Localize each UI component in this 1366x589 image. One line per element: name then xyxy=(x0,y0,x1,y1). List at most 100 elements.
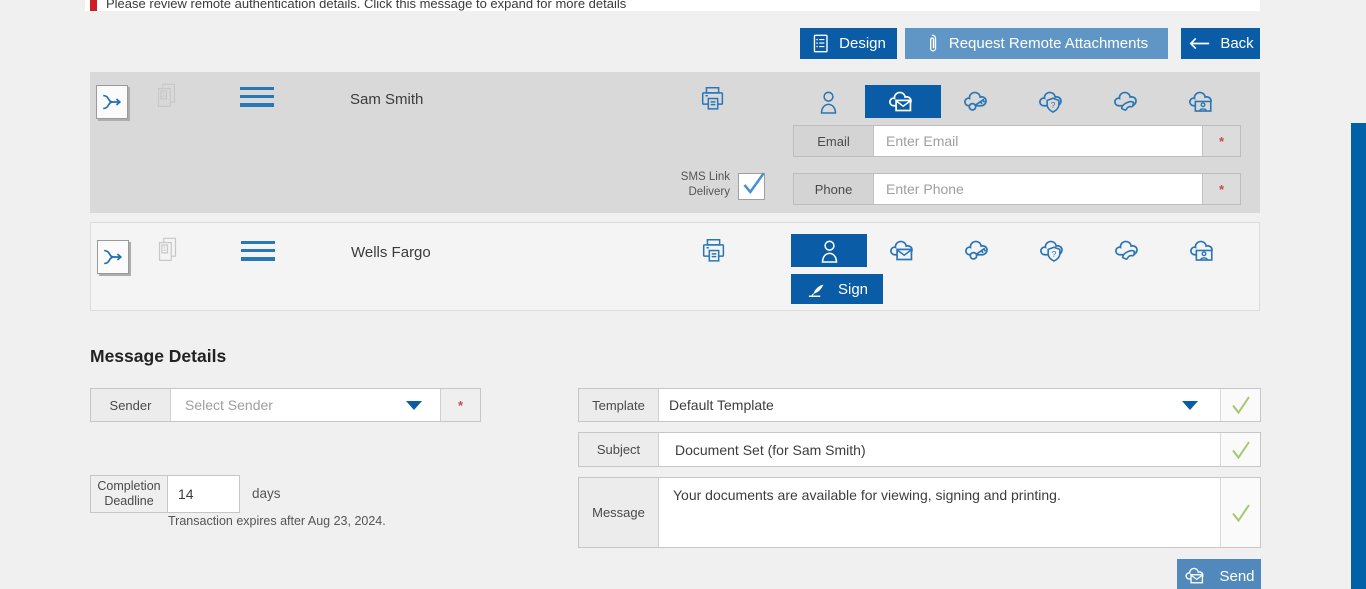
back-button-label: Back xyxy=(1220,35,1254,52)
merge-recipient-button[interactable] xyxy=(97,240,129,274)
document-pages-icon[interactable]: 1 xyxy=(155,236,180,271)
cloud-key-icon xyxy=(964,91,987,111)
auth-phone-tile[interactable] xyxy=(1091,234,1167,267)
sms-link-delivery-label: SMS Link Delivery xyxy=(680,171,730,198)
subject-input[interactable] xyxy=(673,440,1206,459)
cloud-email-icon xyxy=(890,240,913,260)
auth-email-delivery-tile[interactable] xyxy=(865,85,941,118)
message-details-heading: Message Details xyxy=(90,346,227,366)
sms-link-delivery-checkbox[interactable] xyxy=(738,172,765,200)
design-button[interactable]: Design xyxy=(800,28,897,59)
template-label: Template xyxy=(579,389,659,421)
paperclip-icon xyxy=(929,34,937,52)
sender-field-row: Sender Select Sender * xyxy=(90,388,481,422)
cloud-phone-icon xyxy=(1114,91,1137,111)
sender-label: Sender xyxy=(91,389,171,421)
design-button-label: Design xyxy=(839,35,886,52)
svg-text:?: ? xyxy=(1051,99,1056,109)
completion-deadline-field: Completion Deadline xyxy=(90,475,240,513)
cloud-send-email-icon xyxy=(1185,567,1204,584)
document-count: 1 xyxy=(162,92,166,99)
right-scrollbar[interactable] xyxy=(1351,123,1366,589)
request-remote-attachments-label: Request Remote Attachments xyxy=(948,35,1149,52)
drag-handle-icon[interactable] xyxy=(240,87,274,112)
green-check-icon xyxy=(1231,440,1250,459)
message-label: Message xyxy=(579,478,659,547)
arrow-left-icon xyxy=(1189,37,1210,50)
auth-email-delivery-tile[interactable] xyxy=(866,234,942,267)
recipient-row-wells-fargo: 1 Wells Fargo ? Sign xyxy=(90,222,1260,311)
email-input[interactable] xyxy=(874,126,1202,156)
subject-field-row: Subject xyxy=(578,432,1261,467)
alert-accent-bar xyxy=(90,0,97,11)
person-icon xyxy=(820,91,836,114)
page: Please review remote authentication deta… xyxy=(0,0,1366,589)
message-valid-cell xyxy=(1220,478,1260,547)
green-check-icon xyxy=(1231,396,1250,415)
merge-recipient-button[interactable] xyxy=(96,85,128,119)
completion-deadline-label: Completion Deadline xyxy=(97,479,161,508)
email-label: Email xyxy=(794,126,874,156)
template-value: Default Template xyxy=(669,397,774,413)
drag-handle-icon[interactable] xyxy=(241,241,275,266)
recipient-row-sam-smith: 1 Sam Smith ? Email Enter Email * SMS Li… xyxy=(90,72,1260,213)
sign-button[interactable]: Sign xyxy=(791,274,883,304)
message-field-row: Message Your documents are available for… xyxy=(578,477,1261,548)
quill-sign-icon xyxy=(808,284,824,297)
auth-in-person-tile[interactable] xyxy=(791,234,867,267)
alert-banner[interactable]: Please review remote authentication deta… xyxy=(85,0,1260,11)
alert-text: Please review remote authentication deta… xyxy=(106,0,627,11)
back-button[interactable]: Back xyxy=(1181,28,1260,59)
required-marker: * xyxy=(1218,133,1225,149)
sender-placeholder: Select Sender xyxy=(185,397,273,413)
message-textarea[interactable]: Your documents are available for viewing… xyxy=(659,478,1220,547)
subject-valid-cell xyxy=(1220,433,1260,466)
send-button[interactable]: Send xyxy=(1177,559,1261,589)
required-marker: * xyxy=(457,397,464,413)
design-document-icon xyxy=(813,34,828,53)
email-required-cell: * xyxy=(1202,126,1240,156)
document-count: 1 xyxy=(163,246,167,253)
phone-input[interactable] xyxy=(874,174,1202,204)
merge-arrow-icon xyxy=(104,249,123,265)
cloud-email-icon xyxy=(889,91,912,111)
cloud-shield-question-icon: ? xyxy=(1040,240,1063,262)
phone-required-cell: * xyxy=(1202,174,1240,204)
sender-required-cell: * xyxy=(440,389,480,421)
request-remote-attachments-button[interactable]: Request Remote Attachments xyxy=(905,28,1168,59)
deadline-unit-label: days xyxy=(252,486,281,501)
completion-deadline-input[interactable] xyxy=(167,476,239,512)
checkmark-icon xyxy=(743,172,765,195)
cloud-phone-icon xyxy=(1115,240,1138,260)
recipient-name: Wells Fargo xyxy=(351,244,431,261)
auth-in-person-tile[interactable] xyxy=(790,85,866,118)
sign-button-label: Sign xyxy=(837,280,869,298)
svg-text:?: ? xyxy=(1052,248,1057,258)
print-icon[interactable] xyxy=(698,84,728,119)
cloud-id-card-icon xyxy=(1189,91,1212,112)
sender-dropdown[interactable]: Select Sender xyxy=(171,389,440,421)
auth-access-code-tile[interactable] xyxy=(941,234,1017,267)
template-dropdown[interactable]: Default Template xyxy=(659,389,1220,421)
auth-id-verification-tile[interactable] xyxy=(1165,85,1241,118)
auth-security-question-tile[interactable]: ? xyxy=(1016,234,1092,267)
email-field-row: Email * xyxy=(793,125,1241,157)
chevron-down-icon xyxy=(406,401,422,410)
cloud-shield-question-icon: ? xyxy=(1039,91,1062,113)
print-icon[interactable] xyxy=(699,236,729,271)
recipient-name: Sam Smith xyxy=(350,91,424,108)
cloud-key-icon xyxy=(965,240,988,260)
auth-access-code-tile[interactable] xyxy=(940,85,1016,118)
expiry-note: Transaction expires after Aug 23, 2024. xyxy=(168,514,386,528)
template-field-row: Template Default Template xyxy=(578,388,1261,422)
chevron-down-icon xyxy=(1182,401,1198,410)
phone-label: Phone xyxy=(794,174,874,204)
auth-phone-tile[interactable] xyxy=(1090,85,1166,118)
auth-id-verification-tile[interactable] xyxy=(1166,234,1242,267)
auth-security-question-tile[interactable]: ? xyxy=(1015,85,1091,118)
phone-field-row: Phone * xyxy=(793,173,1241,205)
send-button-label: Send xyxy=(1219,567,1255,585)
document-pages-icon[interactable]: 1 xyxy=(154,82,179,117)
merge-arrow-icon xyxy=(103,94,122,110)
required-marker: * xyxy=(1218,181,1225,197)
